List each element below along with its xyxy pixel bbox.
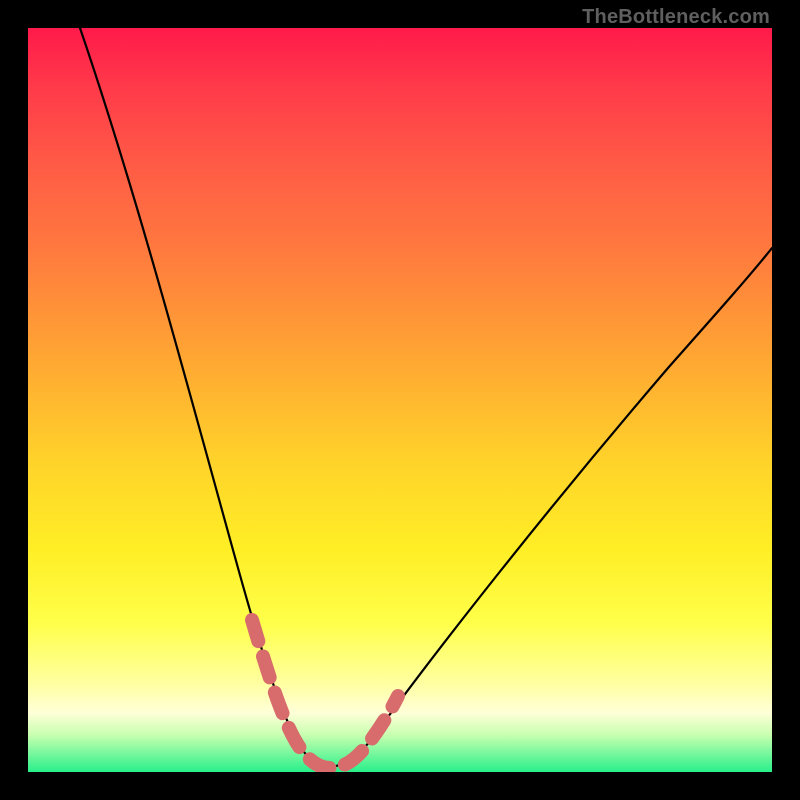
bottleneck-curve	[80, 28, 772, 767]
plot-area	[28, 28, 772, 772]
chart-frame: TheBottleneck.com	[0, 0, 800, 800]
curve-layer	[28, 28, 772, 772]
optimal-range-highlight	[252, 620, 398, 768]
watermark-text: TheBottleneck.com	[582, 6, 770, 29]
